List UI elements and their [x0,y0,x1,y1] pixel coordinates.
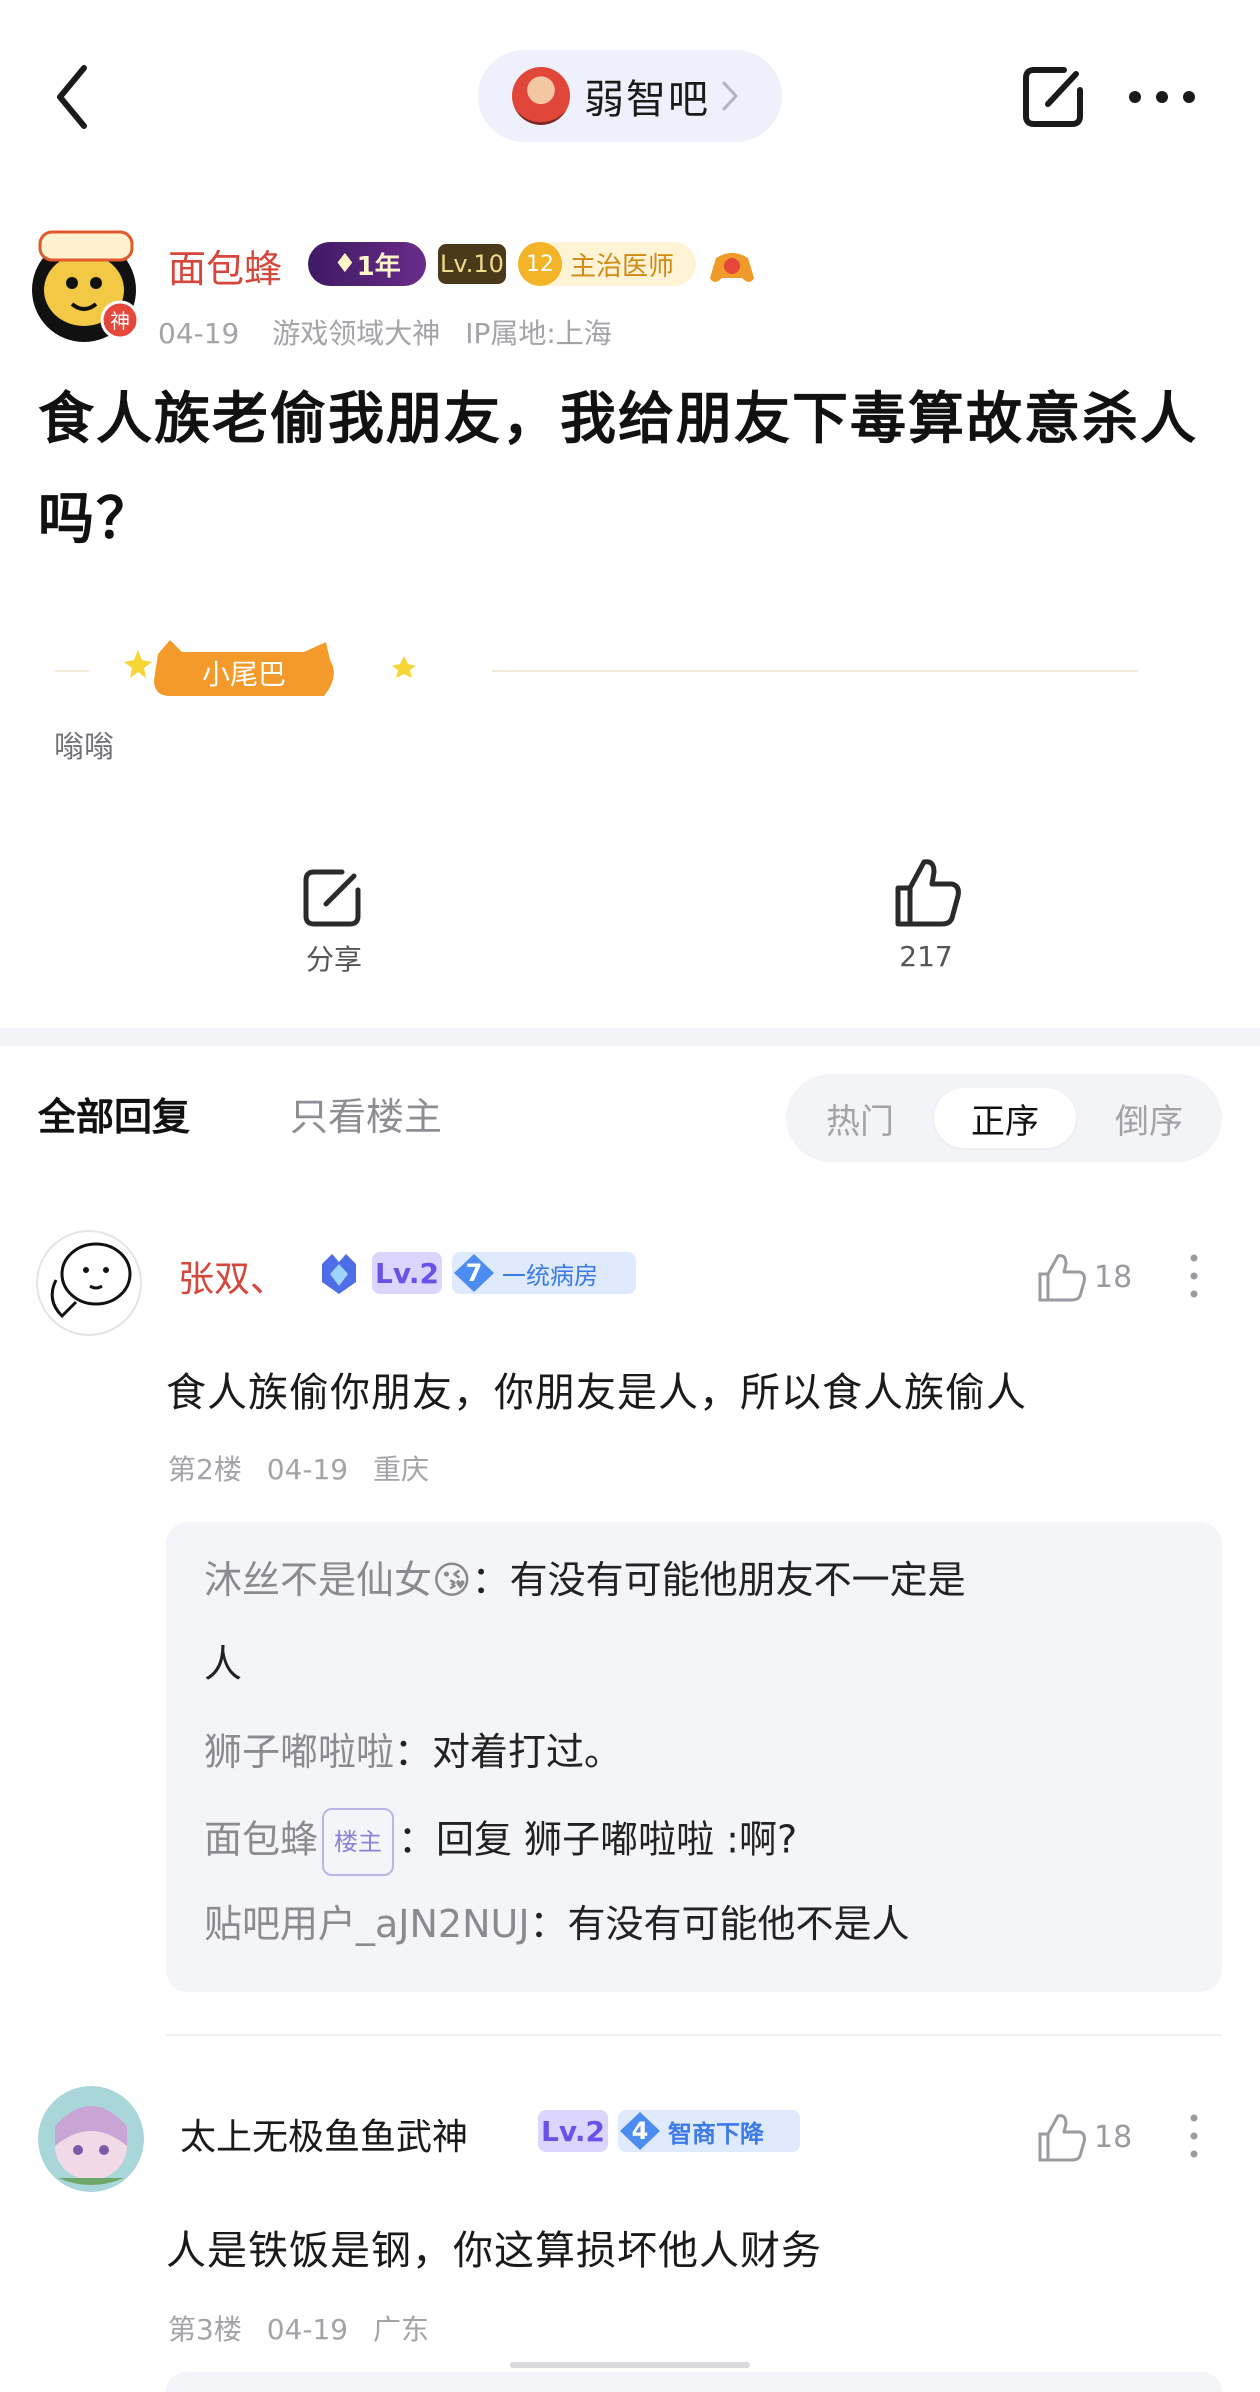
comment-avatar[interactable] [38,2086,144,2192]
rank-badge: 12 主治医师 [518,242,696,286]
fan-badge: 4 智商下降 [618,2110,800,2152]
forum-pill[interactable]: 弱智吧 [478,50,782,142]
fan-title: 一统病房 [502,1261,598,1290]
chevron-right-icon [722,81,738,111]
author-title-tag: 游戏领域大神 [272,317,441,350]
sub-reply: 面包蜂 楼主 ：回复 狮子嘟啦啦 :啊? [204,1808,797,1876]
post-date: 04-19 [158,317,240,350]
tail-badge: 小尾巴 [124,640,416,696]
section-divider [0,1028,1260,1046]
tail-badge-label: 小尾巴 [202,658,286,691]
sub-reply-author[interactable]: 贴吧用户_aJN2NUJ [204,1902,530,1946]
year-badge-label: 1年 [356,251,401,282]
fan-badge: 7 一统病房 [452,1252,636,1294]
sub-reply-text: ：回复 狮子嘟啦啦 :啊? [398,1817,798,1862]
comment-like-icon[interactable] [1036,2112,1088,2164]
tab-all-replies[interactable]: 全部回复 [38,1086,190,1141]
sub-reply-author[interactable]: 沐丝不是仙女😘 [204,1558,472,1602]
tail-divider-right [492,670,1138,672]
author-name[interactable]: 面包蜂 [168,238,282,293]
comment-floor: 第3楼 [168,2313,242,2346]
sort-reverse[interactable]: 倒序 [1076,1088,1222,1148]
host-tag: 楼主 [322,1808,395,1876]
level-badge: Lv.10 [438,244,506,284]
sub-reply-author[interactable]: 狮子嘟啦啦 [204,1730,394,1774]
comment-floor: 第2楼 [168,1453,242,1486]
fan-level: 7 [465,1259,483,1287]
vip-icon [322,1254,356,1294]
fan-level: 4 [631,2117,649,2145]
ip-location: IP属地:上海 [465,317,612,350]
author-meta: 04-19 游戏领域大神 IP属地:上海 [158,312,612,352]
sub-reply: 沐丝不是仙女😘：有没有可能他朋友不一定是 [204,1550,966,1610]
share-icon[interactable] [300,866,364,930]
comment-level-badge: Lv.2 [372,1252,442,1294]
comment-location: 广东 [373,2313,430,2346]
sort-hot[interactable]: 热门 [786,1088,934,1148]
comment-meta: 第3楼 04-19 广东 [168,2308,429,2348]
sub-reply: 贴吧用户_aJN2NUJ：有没有可能他不是人 [204,1894,910,1954]
comment-date: 04-19 [266,2313,349,2346]
comment-level-badge: Lv.2 [538,2110,608,2152]
comment-like-count: 18 [1094,1260,1133,1295]
next-reply-box-peek [166,2372,1222,2392]
sort-toggle: 热门 正序 倒序 [786,1074,1222,1162]
comment-body: 人是铁饭是钢，你这算损坏他人财务 [166,2228,822,2274]
sub-reply-box[interactable]: 沐丝不是仙女😘：有没有可能他朋友不一定是 人 狮子嘟啦啦：对着打过。 面包蜂 楼主… [166,1522,1222,1992]
sub-reply-text: ：对着打过。 [394,1730,623,1774]
like-icon[interactable] [892,856,962,930]
comment-more-icon[interactable] [1190,2114,1198,2158]
comment-avatar[interactable] [36,1230,142,1336]
tail-divider-left [54,670,90,672]
gamepad-icon [710,253,754,282]
edit-icon[interactable] [1020,64,1086,130]
avatar-tag: 神 [110,309,130,333]
more-icon[interactable] [1128,90,1196,104]
sub-reply-text: ：有没有可能他朋友不一定是 [471,1558,966,1602]
tail-text: 嗡嗡 [54,730,114,765]
sort-positive[interactable]: 正序 [934,1088,1076,1148]
post-title: 食人族老偷我朋友，我给朋友下毒算故意杀人吗？ [38,387,1198,552]
home-indicator [510,2362,750,2368]
author-avatar[interactable]: 神 [32,228,142,346]
comment-divider [166,2034,1222,2036]
comment-like-count: 18 [1094,2120,1133,2155]
comment-like-icon[interactable] [1036,1252,1088,1304]
comment-date: 04-19 [266,1453,349,1486]
comment-author[interactable]: 张双、 [178,1250,286,1302]
year-badge: ♦ 1年 [308,242,426,286]
comment-author[interactable]: 太上无极鱼鱼武神 [180,2108,468,2160]
comment-body: 食人族偷你朋友，你朋友是人，所以食人族偷人 [166,1370,1027,1416]
back-icon[interactable] [52,62,92,132]
comment-location: 重庆 [373,1453,430,1486]
fan-title: 智商下降 [668,2119,764,2148]
rank-number: 12 [518,242,562,286]
comment-meta: 第2楼 04-19 重庆 [168,1448,429,1488]
sub-reply-text: ：有没有可能他不是人 [529,1902,910,1946]
sub-reply: 狮子嘟啦啦：对着打过。 [204,1722,622,1782]
forum-avatar [512,67,570,125]
sub-reply-continuation: 人 [204,1642,243,1686]
forum-name: 弱智吧 [584,77,710,123]
like-count: 217 [899,940,953,973]
share-label[interactable]: 分享 [294,938,374,978]
comment-more-icon[interactable] [1190,1254,1198,1298]
tab-host-only[interactable]: 只看楼主 [290,1086,442,1141]
rank-title: 主治医师 [570,251,675,282]
sub-reply-author[interactable]: 面包蜂 [204,1818,318,1862]
